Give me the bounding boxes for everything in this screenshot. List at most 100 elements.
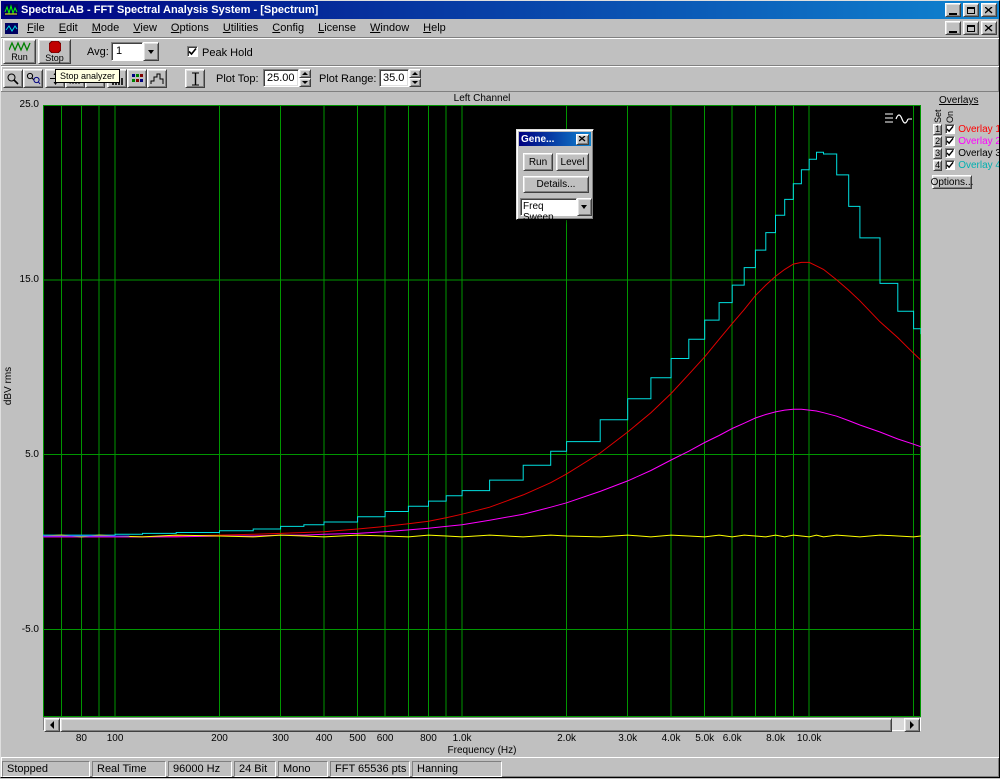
- surface-hist-icon: [150, 73, 164, 85]
- overlays-options-button[interactable]: Options...: [932, 175, 972, 189]
- series-overlay-4-cyan: [43, 152, 921, 535]
- window-controls: [945, 3, 997, 17]
- generator-details-button[interactable]: Details...: [523, 176, 589, 193]
- stop-button[interactable]: Stop: [38, 39, 71, 64]
- overlay-set-button-3[interactable]: 3: [933, 148, 942, 159]
- generator-level-button[interactable]: Level: [556, 153, 589, 171]
- overlay-rows: 1Overlay 12 Overlay 2 3 Overlay 34Overlay 4: [931, 123, 999, 171]
- x-tick-200: 200: [200, 733, 240, 744]
- run-button[interactable]: Run: [3, 39, 36, 64]
- y-tick--5.0: -5.0: [5, 624, 39, 635]
- menu-utilities[interactable]: Utilities: [216, 20, 265, 36]
- menu-help[interactable]: Help: [416, 20, 453, 36]
- avg-chevron-down-icon[interactable]: [143, 42, 159, 61]
- avg-value: 1: [111, 42, 143, 61]
- plot-top-spinner: 25.00: [263, 69, 311, 87]
- menu-view[interactable]: View: [126, 20, 164, 36]
- plot-h-scrollbar[interactable]: [43, 717, 921, 731]
- mdi-close-icon[interactable]: [981, 21, 997, 35]
- overlay-on-checkbox-1[interactable]: [945, 124, 955, 134]
- menu-config[interactable]: Config: [265, 20, 311, 36]
- run-button-label: Run: [11, 52, 28, 62]
- zoom-button[interactable]: [3, 69, 23, 88]
- overlay-on-checkbox-2[interactable]: [945, 136, 955, 146]
- x-tick-1.0k: 1.0k: [442, 733, 482, 744]
- spectrum-svg: [43, 105, 921, 717]
- overlay-label-3: Overlay 3: [958, 148, 999, 159]
- overlay-row: 1Overlay 1: [931, 123, 999, 135]
- x-tick-100: 100: [95, 733, 135, 744]
- minimize-icon[interactable]: [945, 3, 961, 17]
- menu-mode[interactable]: Mode: [85, 20, 127, 36]
- menu-license[interactable]: License: [311, 20, 363, 36]
- scroll-left-icon[interactable]: [44, 718, 60, 732]
- tooltip: Stop analyzer: [55, 69, 120, 83]
- plot-top-up-icon[interactable]: [299, 69, 311, 78]
- overlay-set-button-4[interactable]: 4: [933, 160, 942, 171]
- title-bar: SpectraLAB - FFT Spectral Analysis Syste…: [1, 1, 999, 19]
- generator-mode-chevron-down-icon[interactable]: [577, 198, 592, 216]
- spectrogram-button[interactable]: [127, 69, 147, 88]
- peak-hold-checkbox[interactable]: [187, 46, 198, 57]
- avg-dropdown[interactable]: 1: [111, 42, 159, 61]
- y-tick-15.0: 15.0: [5, 274, 39, 285]
- zoom-scale-icon: [26, 72, 41, 85]
- spectrum-plot[interactable]: [43, 105, 921, 717]
- generator-dialog-titlebar[interactable]: Gene...: [519, 132, 591, 146]
- generator-mode-dropdown[interactable]: Freq Sweep: [520, 198, 592, 216]
- y-tick-5.0: 5.0: [5, 449, 39, 460]
- plot-range-up-icon[interactable]: [409, 69, 421, 78]
- overlays-on-column-label: On: [945, 103, 955, 123]
- x-tick-10.0k: 10.0k: [789, 733, 829, 744]
- overlay-row: 3 Overlay 3: [931, 147, 999, 159]
- scroll-track[interactable]: [60, 718, 904, 730]
- spectrogram-grid-icon: [131, 73, 144, 84]
- menu-options[interactable]: Options: [164, 20, 216, 36]
- plot-top-input[interactable]: 25.00: [263, 69, 299, 87]
- plot-range-label: Plot Range:: [319, 73, 376, 85]
- close-icon[interactable]: [981, 3, 997, 17]
- status-panel: 96000 Hz: [168, 761, 232, 777]
- run-waveform-icon: [9, 41, 31, 52]
- generator-run-button[interactable]: Run: [523, 153, 553, 171]
- plot-top-down-icon[interactable]: [299, 78, 311, 87]
- overlay-label-2: Overlay 2: [958, 136, 999, 147]
- status-panel: 24 Bit: [234, 761, 276, 777]
- marker-button[interactable]: [185, 69, 205, 88]
- magnifier-icon: [6, 72, 20, 86]
- generator-indicator-icon: [883, 110, 913, 128]
- overlay-on-checkbox-3[interactable]: [945, 148, 955, 158]
- generator-close-icon[interactable]: [576, 134, 589, 145]
- overlays-panel: Overlays Set On 1Overlay 12Overlay 23Ove…: [931, 92, 999, 292]
- mdi-restore-icon[interactable]: [963, 21, 979, 35]
- menu-file[interactable]: File: [20, 20, 52, 36]
- overlays-set-column-label: Set: [933, 103, 943, 123]
- zoom-scale-button[interactable]: [23, 69, 43, 88]
- overlay-row: 4Overlay 4: [931, 159, 999, 171]
- surface-button[interactable]: [147, 69, 167, 88]
- menu-window[interactable]: Window: [363, 20, 416, 36]
- generator-dialog[interactable]: Gene... Run Level Details... Freq Sweep: [516, 129, 594, 220]
- status-panel: Mono: [278, 761, 328, 777]
- status-panel: Hanning: [412, 761, 502, 777]
- plot-range-input[interactable]: 35.0: [379, 69, 409, 87]
- plot-range-down-icon[interactable]: [409, 78, 421, 87]
- mdi-minimize-icon[interactable]: [945, 21, 961, 35]
- x-tick-3.0k: 3.0k: [608, 733, 648, 744]
- restore-icon[interactable]: [963, 3, 979, 17]
- marker-line-icon: [191, 72, 200, 86]
- menu-edit[interactable]: Edit: [52, 20, 85, 36]
- mdi-window-controls: [945, 21, 997, 35]
- generator-dialog-title: Gene...: [521, 134, 576, 145]
- y-tick-25.0: 25.0: [5, 99, 39, 110]
- overlay-set-button-2[interactable]: 2: [933, 136, 942, 147]
- scroll-right-icon[interactable]: [904, 718, 920, 732]
- overlay-set-button-1[interactable]: 1: [933, 124, 942, 135]
- plot-range-spinner: 35.0: [379, 69, 421, 87]
- peak-hold-label: Peak Hold: [202, 47, 253, 59]
- scroll-thumb[interactable]: [60, 718, 892, 732]
- view-toolbar: Plot Top: 25.00 Plot Range: 35.0: [1, 66, 999, 92]
- overlay-on-checkbox-4[interactable]: [945, 160, 955, 170]
- app-icon: [4, 3, 18, 17]
- x-tick-6.0k: 6.0k: [712, 733, 752, 744]
